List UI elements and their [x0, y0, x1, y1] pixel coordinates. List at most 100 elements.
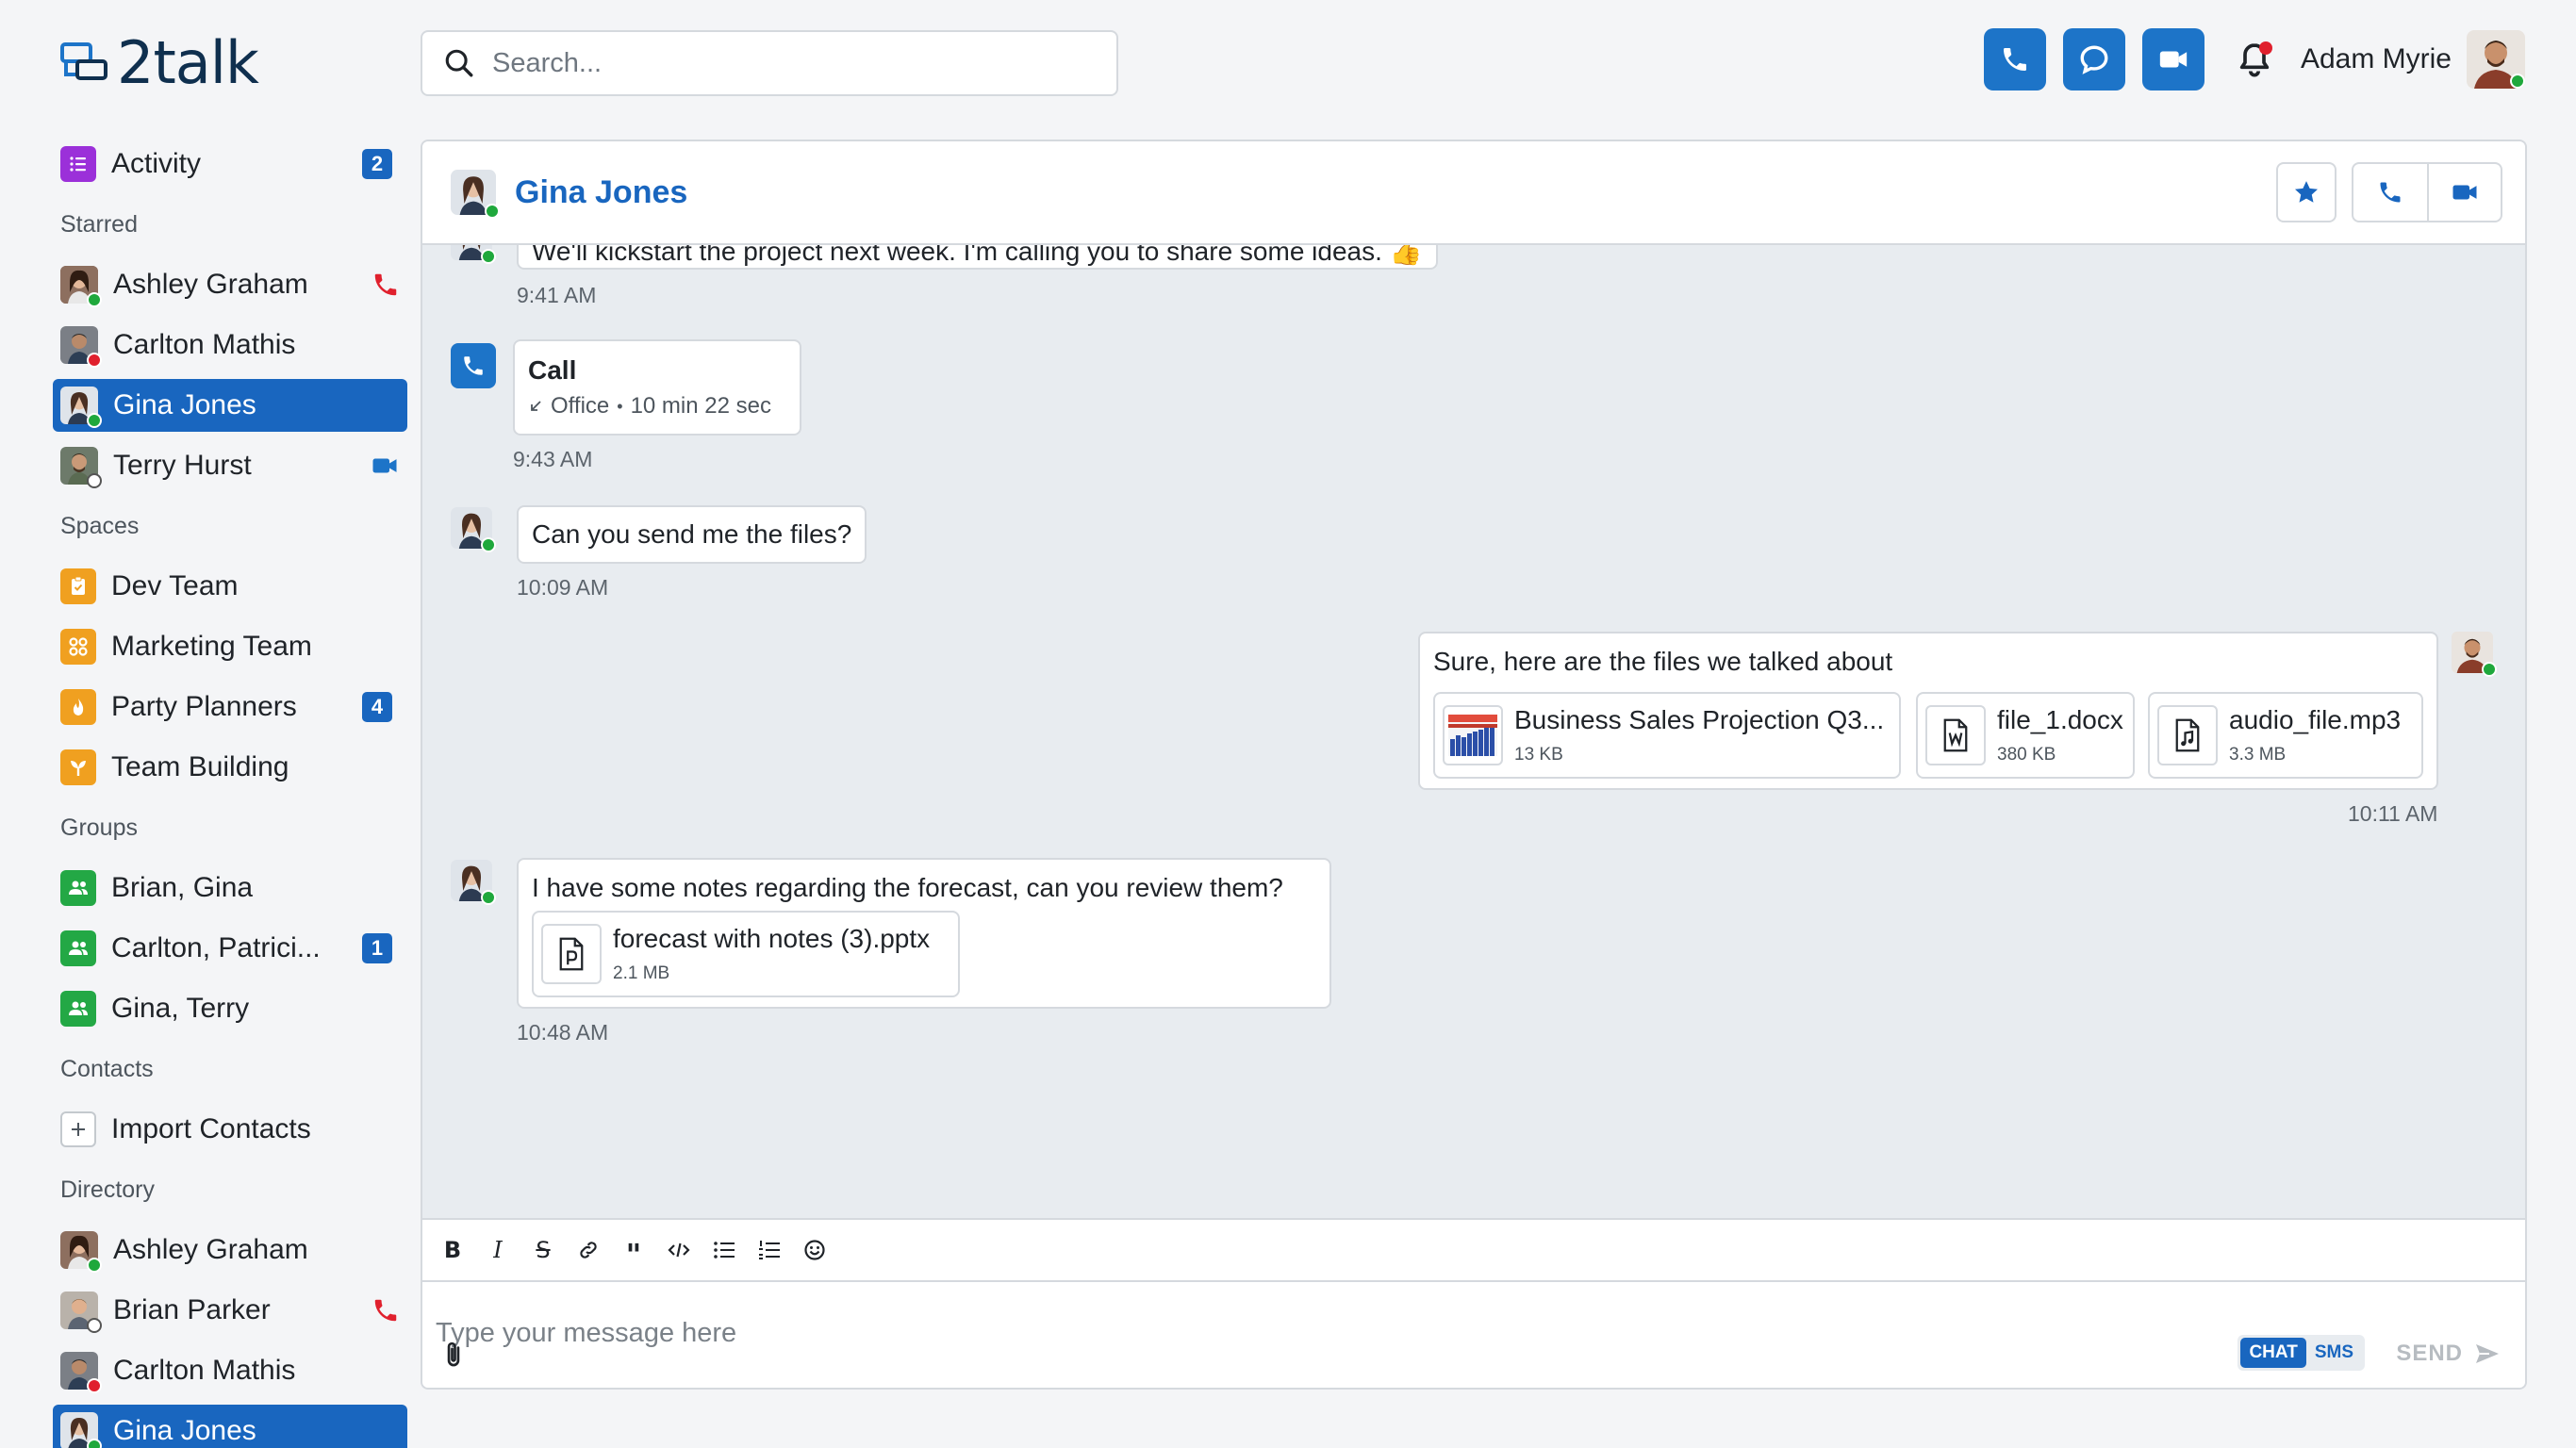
sidebar-item-dev-team[interactable]: Dev Team	[53, 560, 407, 613]
sidebar-item-ashley-graham[interactable]: Ashley Graham	[53, 258, 407, 311]
incoming-arrow-icon	[531, 401, 541, 411]
chat-panel: Gina Jones We'll kickstart the project n…	[421, 140, 2527, 1390]
group-icon	[60, 870, 96, 906]
sidebar-item-label: Gina Jones	[113, 389, 256, 420]
sidebar-item-group-carlton-patricia[interactable]: Carlton, Patrici... 1	[53, 922, 407, 975]
sidebar-item-import-contacts[interactable]: Import Contacts	[53, 1103, 407, 1156]
activity-list-icon	[60, 146, 96, 182]
message-composer: B I S " CHA	[422, 1218, 2525, 1388]
mode-sms[interactable]: SMS	[2306, 1338, 2362, 1368]
sender-avatar	[451, 245, 496, 264]
section-spaces: Spaces	[60, 512, 140, 539]
numbered-list-button[interactable]	[758, 1239, 781, 1261]
new-chat-button[interactable]	[2062, 28, 2125, 90]
app-logo[interactable]: 2talk	[58, 34, 259, 92]
active-video-icon	[370, 452, 400, 480]
emoji-button[interactable]	[803, 1239, 826, 1261]
message-bubble[interactable]: Can you send me the files?	[517, 505, 867, 564]
code-button[interactable]	[668, 1239, 690, 1261]
attachment-card[interactable]: forecast with notes (3).pptx 2.1 MB	[532, 911, 960, 997]
sidebar-item-group-brian-gina[interactable]: Brian, Gina	[53, 862, 407, 914]
notifications-button[interactable]	[2231, 36, 2278, 83]
status-online	[87, 292, 102, 307]
contact-name[interactable]: Gina Jones	[515, 174, 687, 211]
message-time: 10:48 AM	[517, 1020, 609, 1045]
link-button[interactable]	[577, 1239, 600, 1261]
search-input[interactable]	[492, 47, 1116, 79]
bold-icon: B	[443, 1237, 462, 1263]
sidebar-item-group-gina-terry[interactable]: Gina, Terry	[53, 982, 407, 1035]
sidebar-item-label: Brian Parker	[113, 1294, 271, 1325]
sidebar-item-gina-jones[interactable]: Gina Jones	[53, 379, 407, 432]
bold-button[interactable]: B	[441, 1237, 464, 1263]
sidebar-item-label: Dev Team	[111, 570, 239, 601]
status-online	[2482, 662, 2497, 677]
video-icon	[2159, 51, 2188, 68]
message-bubble[interactable]: We'll kickstart the project next week. I…	[517, 245, 1438, 270]
sidebar-item-activity[interactable]: Activity 2	[53, 138, 407, 190]
directory-item-gina-jones[interactable]: Gina Jones	[53, 1405, 407, 1448]
strikethrough-button[interactable]: S	[532, 1237, 554, 1263]
mode-chat[interactable]: CHAT	[2240, 1338, 2306, 1368]
sidebar-item-label: Terry Hurst	[113, 450, 252, 481]
contact-avatar[interactable]	[451, 170, 500, 219]
quote-button[interactable]: "	[622, 1239, 645, 1270]
favorite-button[interactable]	[2276, 162, 2337, 222]
search-box[interactable]	[421, 30, 1118, 96]
attachment-card[interactable]: Business Sales Projection Q3... 13 KB	[1433, 692, 1901, 779]
sidebar-item-team-building[interactable]: Team Building	[53, 741, 407, 794]
sidebar-item-party-planners[interactable]: Party Planners 4	[53, 681, 407, 733]
sidebar-item-terry-hurst[interactable]: Terry Hurst	[53, 439, 407, 492]
call-log-icon	[451, 343, 496, 388]
sidebar-item-carlton-mathis[interactable]: Carlton Mathis	[53, 319, 407, 371]
user-name[interactable]: Adam Myrie	[2301, 43, 2452, 75]
attach-button[interactable]	[441, 1340, 466, 1370]
attachment-card[interactable]: audio_file.mp3 3.3 MB	[2148, 692, 2423, 779]
audio-call-button[interactable]	[2353, 164, 2427, 221]
attachment-info: audio_file.mp3 3.3 MB	[2229, 705, 2401, 765]
directory-item-ashley-graham[interactable]: Ashley Graham	[53, 1224, 407, 1276]
message-list[interactable]: We'll kickstart the project next week. I…	[422, 245, 2525, 1218]
call-log-title: Call	[528, 355, 577, 385]
directory-item-carlton-mathis[interactable]: Carlton Mathis	[53, 1344, 407, 1397]
unread-badge: 1	[362, 933, 392, 963]
message-time: 9:41 AM	[517, 283, 597, 307]
call-location: Office	[551, 393, 610, 419]
group-icon	[60, 930, 96, 966]
sidebar-item-label: Carlton Mathis	[113, 329, 296, 360]
section-contacts: Contacts	[60, 1055, 154, 1082]
link-icon	[580, 1242, 597, 1259]
sidebar-item-label: Team Building	[111, 751, 289, 782]
user-status-online	[2510, 74, 2525, 89]
presentation-file-icon	[541, 924, 602, 984]
send-arrow-icon	[2476, 1344, 2499, 1363]
new-call-button[interactable]	[1983, 28, 2046, 90]
star-icon	[2295, 181, 2318, 203]
paperclip-icon	[447, 1341, 460, 1367]
flame-icon	[60, 689, 96, 725]
send-button[interactable]: SEND	[2396, 1341, 2501, 1367]
user-avatar[interactable]	[2467, 30, 2525, 89]
attachment-card[interactable]: file_1.docx 380 KB	[1916, 692, 2135, 779]
bullet-list-button[interactable]	[713, 1239, 735, 1261]
clipboard-icon	[60, 568, 96, 604]
notification-dot	[2258, 41, 2272, 55]
sidebar: Activity 2 Starred Ashley Graham Carlton…	[53, 138, 407, 1448]
own-avatar	[2452, 632, 2497, 677]
status-online	[481, 890, 496, 905]
new-video-button[interactable]	[2141, 28, 2204, 90]
attachment-info: file_1.docx 380 KB	[1997, 705, 2123, 765]
plus-icon	[60, 1111, 96, 1147]
directory-item-brian-parker[interactable]: Brian Parker	[53, 1284, 407, 1337]
phone-icon	[2003, 48, 2026, 71]
sidebar-item-label: Import Contacts	[111, 1113, 311, 1144]
message-time: 9:43 AM	[513, 447, 593, 471]
italic-button[interactable]: I	[487, 1237, 509, 1263]
call-log-card[interactable]: Call Office • 10 min 22 sec	[513, 339, 801, 436]
sidebar-item-marketing-team[interactable]: Marketing Team	[53, 620, 407, 673]
message-time: 10:11 AM	[2348, 801, 2438, 826]
status-busy	[87, 1378, 102, 1393]
sender-avatar	[451, 507, 496, 552]
chat-header: Gina Jones	[422, 141, 2525, 245]
video-call-button[interactable]	[2427, 164, 2501, 221]
